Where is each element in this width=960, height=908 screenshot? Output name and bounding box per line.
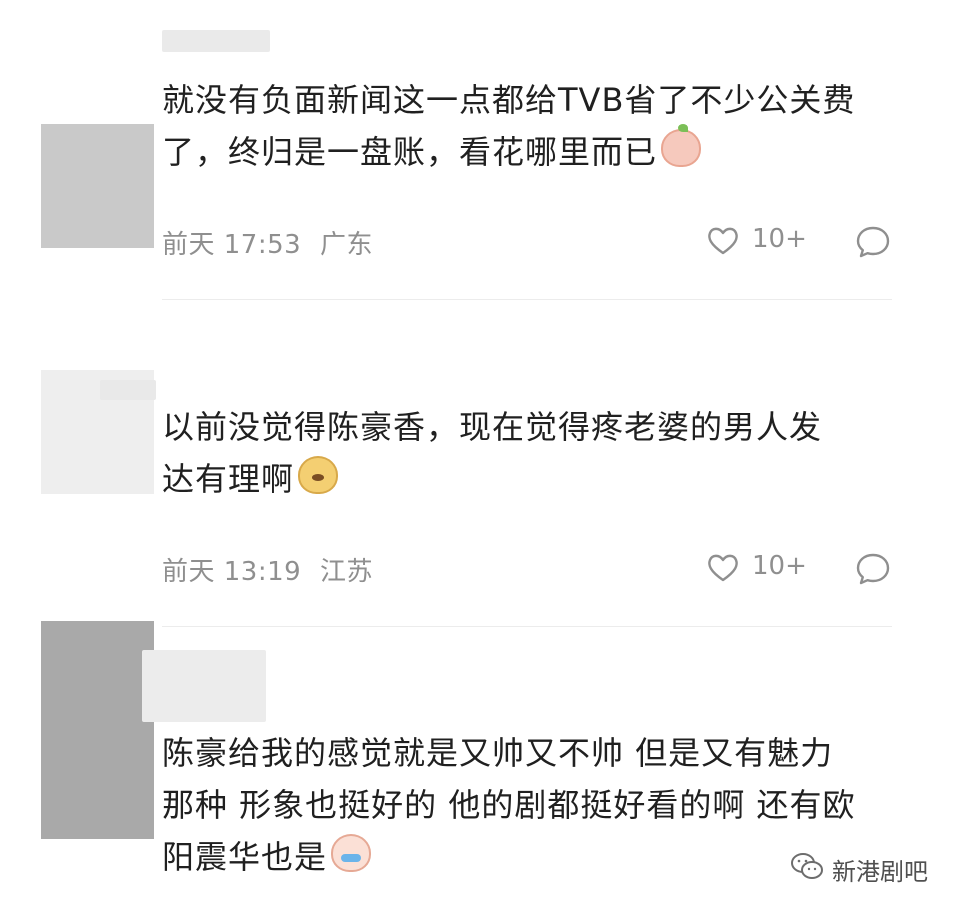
divider [162, 626, 892, 627]
wechat-icon [791, 853, 823, 879]
comment-text: 陈豪给我的感觉就是又帅又不帅 但是又有魅力 那种 形象也挺好的 他的剧都挺好看的… [162, 727, 856, 883]
cry-emoji-icon [331, 834, 372, 872]
comment-meta: 前天 13:19 江苏 [162, 551, 373, 588]
username-blurred [100, 380, 156, 400]
like-button[interactable]: 10+ [706, 222, 810, 262]
comment-text: 以前没觉得陈豪香，现在觉得疼老婆的男人发 达有理啊 [162, 401, 822, 505]
heart-outline-icon [708, 227, 738, 255]
comment-location: 广东 [319, 230, 373, 260]
comment-meta: 前天 17:53 广东 [162, 224, 373, 261]
reply-button[interactable] [855, 551, 891, 587]
peach-emoji-icon [661, 124, 702, 167]
speech-bubble-icon [856, 553, 890, 585]
like-count: 10+ [752, 224, 807, 254]
like-button[interactable]: 10+ [706, 549, 810, 589]
comment-line: 以前没觉得陈豪香，现在觉得疼老婆的男人发 [162, 408, 823, 446]
comment-line: 了，终归是一盘账，看花哪里而已 [162, 124, 855, 178]
reply-button[interactable] [855, 224, 891, 260]
comment-time: 前天 13:19 [162, 557, 302, 587]
avatar[interactable] [41, 621, 154, 839]
comment-text: 就没有负面新闻这一点都给TVB省了不少公关费 了，终归是一盘账，看花哪里而已 [162, 74, 855, 178]
comment-line: 就没有负面新闻这一点都给TVB省了不少公关费 [162, 81, 856, 119]
watermark-text: 新港剧吧 [832, 858, 928, 886]
divider [162, 299, 892, 300]
avatar[interactable] [41, 124, 154, 248]
comment-time: 前天 17:53 [162, 230, 302, 260]
comment-location: 江苏 [319, 557, 373, 587]
top-partial-username [162, 30, 270, 52]
like-count: 10+ [752, 551, 807, 581]
comment-line: 陈豪给我的感觉就是又帅又不帅 但是又有魅力 [162, 734, 834, 772]
comment-line: 那种 形象也挺好的 他的剧都挺好看的啊 还有欧 [162, 786, 856, 824]
speech-bubble-icon [856, 226, 890, 258]
dog-emoji-icon [298, 456, 339, 494]
comment-line: 阳震华也是 [162, 831, 856, 883]
username-blurred [142, 650, 266, 722]
comment-line: 达有理啊 [162, 453, 822, 505]
heart-outline-icon [708, 554, 738, 582]
watermark: 新港剧吧 [790, 848, 950, 888]
